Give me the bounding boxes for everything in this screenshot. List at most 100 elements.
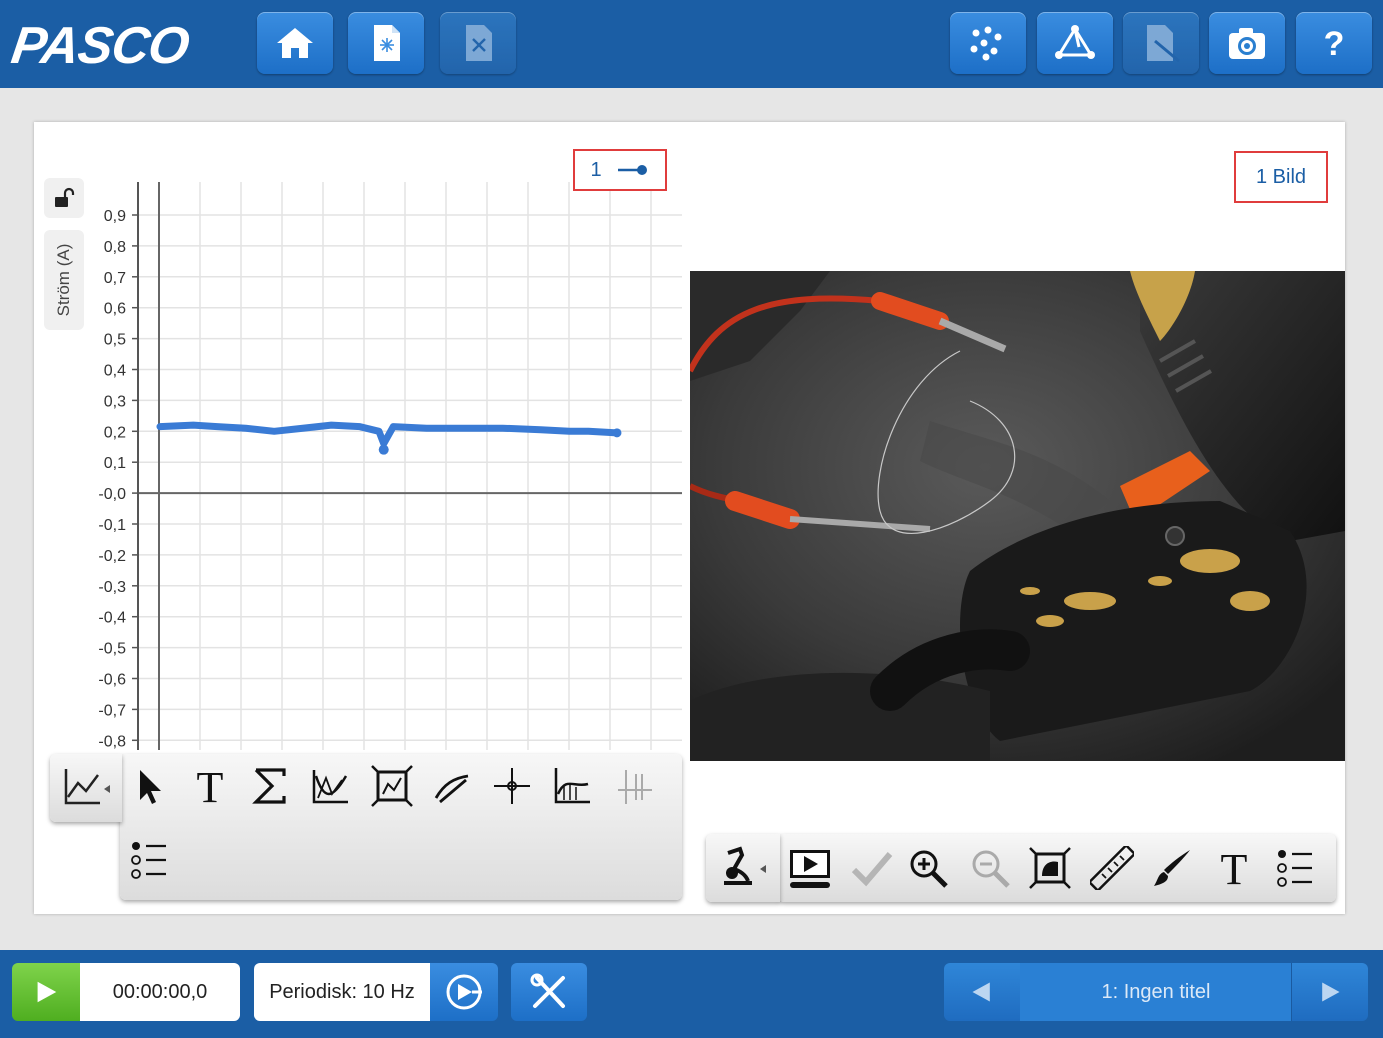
image-tool-selector[interactable] bbox=[706, 834, 780, 902]
fit-image-icon bbox=[1029, 847, 1071, 889]
select-icon bbox=[140, 770, 161, 804]
run-marker-icon bbox=[617, 165, 647, 175]
zoom-in-tool[interactable] bbox=[900, 840, 956, 896]
photo-image bbox=[690, 271, 1345, 761]
y-tick-label: -0,7 bbox=[98, 702, 126, 719]
image-text-tool[interactable]: T bbox=[1206, 840, 1262, 896]
page-navigator: 1: Ingen titel bbox=[944, 963, 1368, 1021]
delta-tool[interactable] bbox=[606, 758, 662, 814]
select-tool[interactable] bbox=[122, 758, 178, 814]
graph-type-icon bbox=[64, 769, 110, 805]
help-icon: ? bbox=[1324, 25, 1345, 63]
video-icon bbox=[790, 850, 830, 888]
graph-chart[interactable]: 0,9 0,8 0,7 0,6 0,5 0,4 0,3 0,2 0,1 -0,0 -0,1 -0,2 -… bbox=[34, 122, 686, 762]
y-tick-label: -0,2 bbox=[98, 548, 126, 565]
run-legend[interactable]: 1 bbox=[573, 149, 667, 191]
y-tick-label: 0,6 bbox=[104, 301, 126, 318]
curve-fit-icon bbox=[312, 770, 348, 804]
play-icon bbox=[37, 981, 57, 1003]
arrow-right-icon bbox=[1322, 982, 1340, 1002]
svg-text:T: T bbox=[197, 764, 224, 808]
sample-mode-button[interactable] bbox=[430, 963, 498, 1021]
data-point-marker bbox=[378, 444, 389, 455]
svg-text:T: T bbox=[1221, 846, 1248, 890]
y-tick-label: -0,5 bbox=[98, 641, 126, 658]
image-display bbox=[690, 271, 1345, 761]
graph-legend-tool[interactable] bbox=[120, 832, 176, 888]
arrow-left-icon bbox=[972, 982, 990, 1002]
y-tick-label: 0,2 bbox=[104, 424, 126, 441]
bottom-controls: 00:00:00,0 Periodisk: 10 Hz 1: Ingen tit… bbox=[0, 950, 1383, 1038]
ruler-icon bbox=[1090, 846, 1134, 890]
y-tick-label: 0,3 bbox=[104, 393, 126, 410]
graph-display: Ström (A) 0,9 0,8 0,7 0,6 0,5 0,4 0,3 0,2 0,1 -0,… bbox=[34, 122, 686, 914]
y-tick-label: 0,7 bbox=[104, 270, 126, 287]
y-tick-label: 0,5 bbox=[104, 332, 126, 349]
scale-to-fit-tool[interactable] bbox=[364, 758, 420, 814]
coordinates-tool[interactable] bbox=[484, 758, 540, 814]
elapsed-time: 00:00:00,0 bbox=[80, 963, 240, 1021]
sample-mode-icon bbox=[446, 974, 482, 1010]
fit-image-tool[interactable] bbox=[1022, 840, 1078, 896]
data-point-marker bbox=[612, 428, 622, 438]
legend-icon bbox=[131, 842, 166, 879]
data-series-line bbox=[156, 421, 621, 448]
area-tool[interactable] bbox=[544, 758, 600, 814]
text-tool[interactable]: T bbox=[182, 758, 238, 814]
y-tick-label: -0,8 bbox=[98, 733, 126, 750]
y-tick-label: -0,1 bbox=[98, 517, 126, 534]
y-tick-label: -0,3 bbox=[98, 579, 126, 596]
pasco-logo: PASCO bbox=[7, 17, 193, 75]
run-legend-label: 1 bbox=[590, 158, 602, 181]
record-button[interactable] bbox=[12, 963, 80, 1021]
close-file-icon bbox=[466, 25, 492, 61]
top-toolbar: PASCO ? bbox=[0, 0, 1383, 88]
new-file-button[interactable] bbox=[348, 12, 424, 74]
brush-tool[interactable] bbox=[1144, 840, 1200, 896]
annotate-icon bbox=[1147, 25, 1180, 63]
camera-button[interactable] bbox=[1209, 12, 1285, 74]
microscope-icon bbox=[724, 846, 766, 885]
sample-rate[interactable]: Periodisk: 10 Hz bbox=[254, 963, 430, 1021]
image-label[interactable]: 1 Bild bbox=[1234, 151, 1328, 203]
slope-icon bbox=[434, 774, 469, 804]
tools-button[interactable] bbox=[511, 963, 587, 1021]
legend-icon bbox=[1277, 850, 1312, 887]
annotate-button[interactable] bbox=[1123, 12, 1199, 74]
y-tick-label: 0,9 bbox=[104, 208, 126, 225]
y-tick-label: 0,4 bbox=[104, 363, 126, 380]
sum-icon bbox=[252, 768, 286, 804]
zoom-out-tool[interactable] bbox=[962, 840, 1018, 896]
video-tool[interactable] bbox=[782, 840, 838, 896]
zoom-out-icon bbox=[972, 850, 1010, 888]
y-tick-label: 0,8 bbox=[104, 239, 126, 256]
close-file-button[interactable] bbox=[440, 12, 516, 74]
graph-network-icon bbox=[1055, 25, 1095, 59]
y-tick-label: -0,0 bbox=[98, 486, 126, 503]
data-points-button[interactable] bbox=[950, 12, 1026, 74]
accept-tool[interactable] bbox=[844, 840, 900, 896]
curve-fit-tool[interactable] bbox=[302, 758, 358, 814]
delta-icon bbox=[618, 770, 652, 804]
coordinates-icon bbox=[494, 768, 530, 804]
page-title[interactable]: 1: Ingen titel bbox=[1020, 963, 1292, 1021]
y-tick-label: -0,6 bbox=[98, 672, 126, 689]
graph-type-selector[interactable] bbox=[50, 754, 122, 822]
y-tick-label: 0,1 bbox=[104, 455, 126, 472]
workspace: Ström (A) 0,9 0,8 0,7 0,6 0,5 0,4 0,3 0,2 0,1 -0,… bbox=[34, 122, 1345, 914]
brush-icon bbox=[1154, 850, 1190, 886]
y-tick-label: -0,4 bbox=[98, 610, 126, 627]
image-legend-tool[interactable] bbox=[1266, 840, 1322, 896]
text-icon: T bbox=[1221, 846, 1248, 890]
ruler-tool[interactable] bbox=[1084, 840, 1140, 896]
home-button[interactable] bbox=[257, 12, 333, 74]
prev-page-button[interactable] bbox=[944, 963, 1021, 1021]
new-file-icon bbox=[374, 25, 400, 61]
slope-tool[interactable] bbox=[424, 758, 480, 814]
graph-network-button[interactable] bbox=[1037, 12, 1113, 74]
next-page-button[interactable] bbox=[1291, 963, 1368, 1021]
sum-tool[interactable] bbox=[242, 758, 298, 814]
help-button[interactable]: ? bbox=[1296, 12, 1372, 74]
tools-icon bbox=[530, 973, 565, 1008]
text-icon: T bbox=[197, 764, 224, 808]
